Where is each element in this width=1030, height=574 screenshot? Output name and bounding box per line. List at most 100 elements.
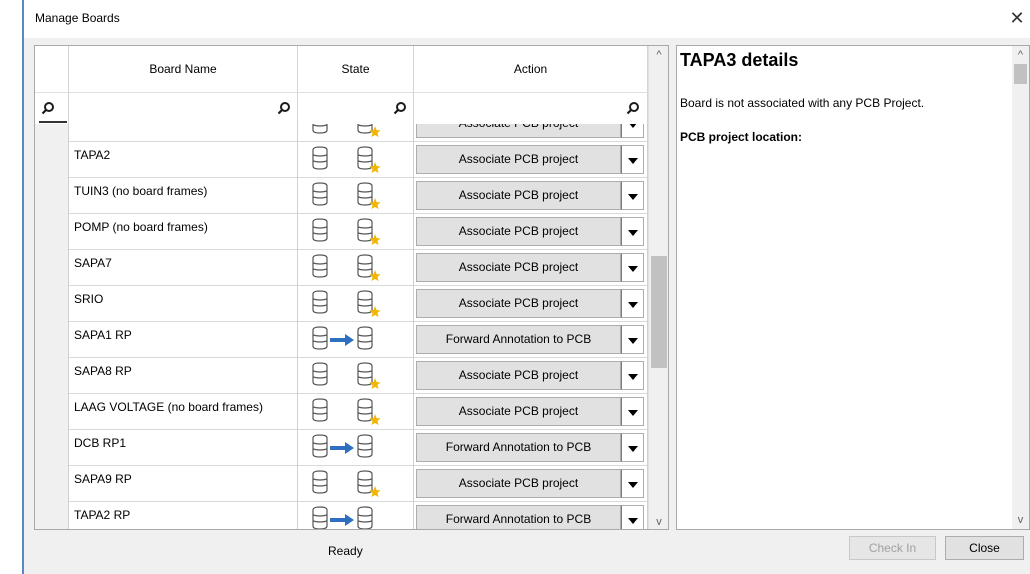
- database-icon: [356, 506, 374, 529]
- row-selector[interactable]: [35, 430, 69, 466]
- action-dropdown-button[interactable]: [621, 325, 644, 354]
- table-row[interactable]: SAPA8 RP Associate PCB project: [35, 358, 668, 394]
- action-dropdown-button[interactable]: [621, 433, 644, 462]
- row-selector[interactable]: [35, 142, 69, 178]
- close-window-icon[interactable]: ✕: [1006, 6, 1028, 30]
- check-in-button[interactable]: Check In: [849, 536, 936, 560]
- column-header-state[interactable]: State: [298, 46, 414, 92]
- row-selector[interactable]: [35, 394, 69, 430]
- action-button[interactable]: Associate PCB project: [416, 397, 621, 426]
- board-name-cell[interactable]: DCB RP1: [69, 430, 298, 466]
- state-cell: [298, 178, 414, 214]
- action-dropdown-button[interactable]: [621, 253, 644, 282]
- action-button[interactable]: Associate PCB project: [416, 181, 621, 210]
- action-button[interactable]: Forward Annotation to PCB: [416, 433, 621, 462]
- action-button[interactable]: Associate PCB project: [416, 253, 621, 282]
- action-button[interactable]: Associate PCB project: [416, 289, 621, 318]
- action-button[interactable]: Associate PCB project: [416, 361, 621, 390]
- details-scroll-thumb[interactable]: [1014, 64, 1027, 84]
- row-selector[interactable]: [35, 124, 69, 142]
- scroll-up-arrow[interactable]: ^: [649, 46, 668, 64]
- grid-header: Board Name State Action: [35, 46, 668, 92]
- database-icon: [311, 254, 329, 281]
- action-filter[interactable]: [414, 93, 648, 125]
- table-row[interactable]: SAPA1 RP Forward Annotation to PCB: [35, 322, 668, 358]
- board-name-cell[interactable]: LAAG VOLTAGE (no board frames): [69, 394, 298, 430]
- board-name-cell[interactable]: SAPA9 RP: [69, 466, 298, 502]
- database-icon: [311, 146, 329, 173]
- action-button[interactable]: Forward Annotation to PCB: [416, 325, 621, 354]
- table-row[interactable]: SAPA9 RP Associate PCB project: [35, 466, 668, 502]
- action-cell: Forward Annotation to PCB: [414, 502, 648, 529]
- board-name-cell[interactable]: TUIN3 (no board frames): [69, 178, 298, 214]
- row-selector[interactable]: [35, 502, 69, 529]
- details-scrollbar[interactable]: ^ v: [1012, 46, 1029, 529]
- details-scroll-down-arrow[interactable]: v: [1012, 511, 1029, 529]
- search-icon: [41, 102, 54, 115]
- board-name-cell[interactable]: [69, 124, 298, 142]
- filter-indicator: [39, 121, 67, 123]
- row-selector[interactable]: [35, 466, 69, 502]
- board-name-filter[interactable]: [69, 93, 298, 125]
- filter-selector-cell[interactable]: [35, 93, 69, 125]
- action-button[interactable]: Associate PCB project: [416, 217, 621, 246]
- action-cell: Associate PCB project: [414, 124, 648, 142]
- row-selector[interactable]: [35, 250, 69, 286]
- board-name-cell[interactable]: SAPA7: [69, 250, 298, 286]
- action-button[interactable]: Associate PCB project: [416, 124, 621, 138]
- forward-arrow-icon: [329, 441, 355, 458]
- action-dropdown-button[interactable]: [621, 289, 644, 318]
- board-name-cell[interactable]: TAPA2 RP: [69, 502, 298, 529]
- chevron-down-icon: [628, 194, 638, 200]
- table-row[interactable]: TAPA2 RP Forward Annotation to PCB: [35, 502, 668, 529]
- state-cell: [298, 142, 414, 178]
- row-selector[interactable]: [35, 214, 69, 250]
- table-row[interactable]: TAPA2 Associate PCB project: [35, 142, 668, 178]
- new-database-star-icon: [356, 254, 382, 285]
- action-dropdown-button[interactable]: [621, 217, 644, 246]
- chevron-down-icon: [628, 482, 638, 488]
- action-dropdown-button[interactable]: [621, 124, 644, 138]
- chevron-down-icon: [628, 158, 638, 164]
- details-scroll-up-arrow[interactable]: ^: [1012, 46, 1029, 64]
- action-dropdown-button[interactable]: [621, 361, 644, 390]
- state-cell: [298, 502, 414, 529]
- table-row[interactable]: TUIN3 (no board frames) Associate PCB pro…: [35, 178, 668, 214]
- action-dropdown-button[interactable]: [621, 469, 644, 498]
- action-dropdown-button[interactable]: [621, 397, 644, 426]
- action-cell: Associate PCB project: [414, 214, 648, 250]
- action-dropdown-button[interactable]: [621, 505, 644, 529]
- chevron-down-icon: [628, 518, 638, 524]
- action-button[interactable]: Associate PCB project: [416, 145, 621, 174]
- action-button[interactable]: Forward Annotation to PCB: [416, 505, 621, 529]
- board-name-cell[interactable]: POMP (no board frames): [69, 214, 298, 250]
- row-selector[interactable]: [35, 322, 69, 358]
- action-dropdown-button[interactable]: [621, 145, 644, 174]
- scroll-thumb[interactable]: [651, 256, 667, 368]
- grid-scrollbar[interactable]: ^ v: [648, 46, 668, 529]
- database-icon: [356, 326, 374, 353]
- table-row[interactable]: POMP (no board frames) Associate PCB proj…: [35, 214, 668, 250]
- table-row[interactable]: LAAG VOLTAGE (no board frames) Associate …: [35, 394, 668, 430]
- table-row[interactable]: DCB RP1 Forward Annotation to PCB: [35, 430, 668, 466]
- board-name-cell[interactable]: SRIO: [69, 286, 298, 322]
- row-selector[interactable]: [35, 358, 69, 394]
- board-name-cell[interactable]: SAPA8 RP: [69, 358, 298, 394]
- board-name-cell[interactable]: TAPA2: [69, 142, 298, 178]
- state-filter[interactable]: [298, 93, 414, 125]
- action-dropdown-button[interactable]: [621, 181, 644, 210]
- database-icon: [311, 362, 329, 389]
- state-cell: [298, 358, 414, 394]
- table-row[interactable]: Associate PCB project: [35, 124, 668, 142]
- table-row[interactable]: SAPA7 Associate PCB project: [35, 250, 668, 286]
- table-row[interactable]: SRIO Associate PCB project: [35, 286, 668, 322]
- column-header-board-name[interactable]: Board Name: [69, 46, 298, 92]
- scroll-down-arrow[interactable]: v: [649, 513, 668, 529]
- action-button[interactable]: Associate PCB project: [416, 469, 621, 498]
- chevron-down-icon: [628, 374, 638, 380]
- row-selector[interactable]: [35, 178, 69, 214]
- row-selector[interactable]: [35, 286, 69, 322]
- close-button[interactable]: Close: [945, 536, 1024, 560]
- column-header-action[interactable]: Action: [414, 46, 648, 92]
- board-name-cell[interactable]: SAPA1 RP: [69, 322, 298, 358]
